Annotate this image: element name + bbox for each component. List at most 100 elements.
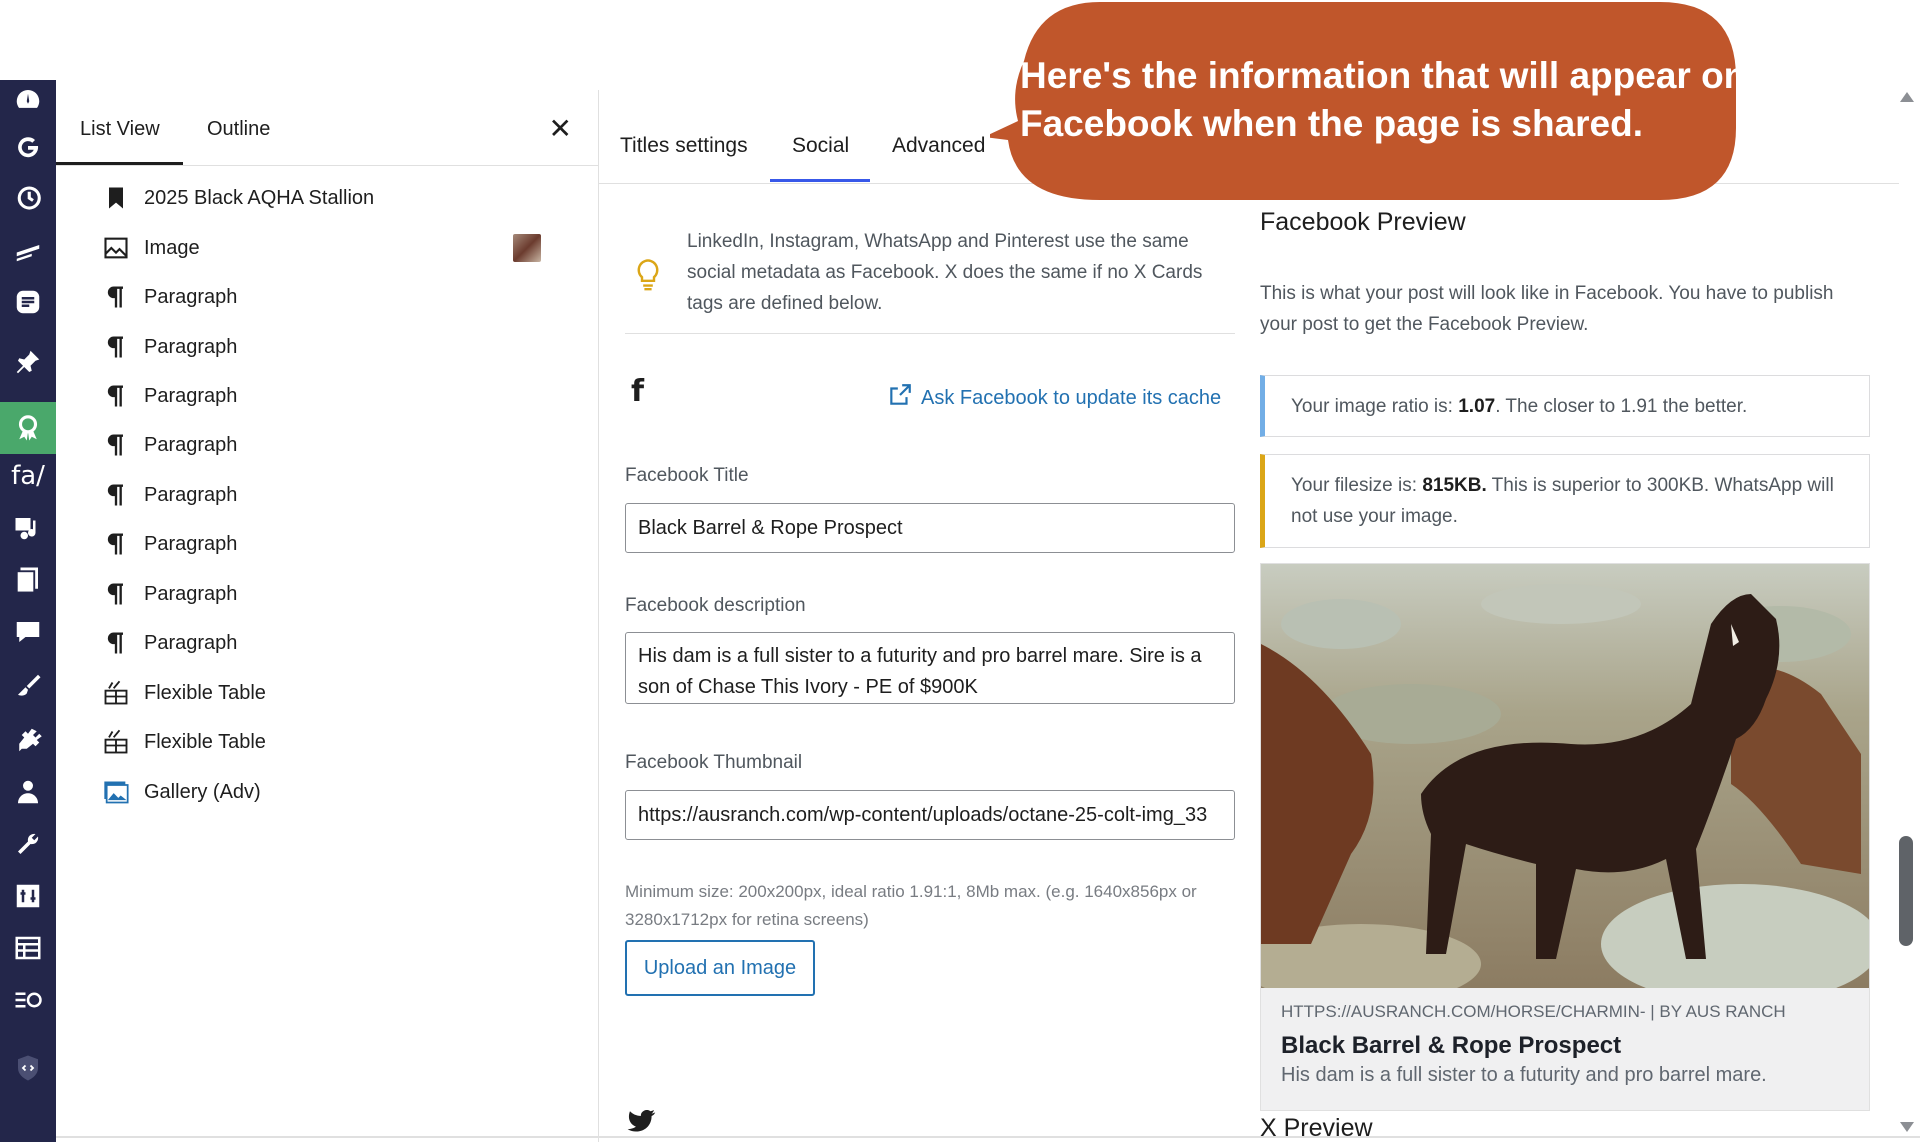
brush-stroke-icon[interactable] xyxy=(8,230,48,270)
bookmark-icon xyxy=(100,182,132,214)
menu-circle-icon[interactable] xyxy=(8,980,48,1020)
list-item[interactable]: Paragraph xyxy=(100,524,237,564)
list-item-label: Paragraph xyxy=(144,285,238,308)
preview-card-description: His dam is a full sister to a futurity a… xyxy=(1281,1064,1767,1086)
ratio-suffix: . The closer to 1.91 the better. xyxy=(1495,395,1748,417)
pin-icon[interactable] xyxy=(8,342,48,382)
shield-code-icon[interactable] xyxy=(8,1048,48,1088)
list-item[interactable]: Flexible Table xyxy=(100,722,266,762)
list-item[interactable]: Paragraph xyxy=(100,327,237,367)
comments-icon[interactable] xyxy=(8,612,48,652)
list-item-label: Paragraph xyxy=(144,631,238,654)
list-item-label: Gallery (Adv) xyxy=(144,780,261,803)
plugins-icon[interactable] xyxy=(8,720,48,760)
facebook-title-input[interactable]: Black Barrel & Rope Prospect xyxy=(625,503,1235,553)
x-preview-title: X Preview xyxy=(1260,1114,1373,1142)
upload-image-button[interactable]: Upload an Image xyxy=(625,940,815,996)
users-icon[interactable] xyxy=(8,772,48,812)
list-item[interactable]: Image xyxy=(100,228,200,268)
history-icon[interactable] xyxy=(8,178,48,218)
preview-card-title: Black Barrel & Rope Prospect xyxy=(1281,1032,1622,1059)
settings-sliders-icon[interactable] xyxy=(8,876,48,916)
twitter-icon xyxy=(627,1110,657,1139)
external-link-icon xyxy=(887,382,921,414)
facebook-preview-card: HTTPS://AUSRANCH.COM/HORSE/CHARMIN- | BY… xyxy=(1260,563,1870,1111)
list-item[interactable]: Paragraph xyxy=(100,376,237,416)
facebook-thumbnail-label: Facebook Thumbnail xyxy=(625,752,803,773)
list-item-label: Paragraph xyxy=(144,532,238,555)
paragraph-icon xyxy=(100,380,132,412)
pages-icon[interactable] xyxy=(8,560,48,600)
list-item-label: Paragraph xyxy=(144,483,238,506)
facebook-title-label: Facebook Title xyxy=(625,465,749,486)
size-prefix: Your filesize is: xyxy=(1291,475,1423,496)
tab-titles-settings[interactable]: Titles settings xyxy=(620,134,748,158)
close-icon[interactable]: ✕ xyxy=(549,112,572,145)
list-item[interactable]: Paragraph xyxy=(100,623,237,663)
tab-outline[interactable]: Outline xyxy=(207,118,270,141)
font-awesome-icon[interactable]: fa/ xyxy=(8,456,48,496)
list-item[interactable]: Gallery (Adv) xyxy=(100,772,261,812)
table-grid-icon[interactable] xyxy=(8,928,48,968)
google-icon[interactable] xyxy=(8,126,48,166)
facebook-preview-description: This is what your post will look like in… xyxy=(1260,283,1834,335)
list-item[interactable]: Paragraph xyxy=(100,574,237,614)
tab-social[interactable]: Social xyxy=(792,134,849,158)
dashboard-icon[interactable] xyxy=(8,80,48,120)
appearance-icon[interactable] xyxy=(8,666,48,706)
list-panel-tabs: List View Outline ✕ xyxy=(56,90,598,166)
paragraph-icon xyxy=(100,429,132,461)
cache-link-label: Ask Facebook to update its cache xyxy=(921,386,1222,409)
award-icon[interactable] xyxy=(0,402,56,454)
active-tab-indicator xyxy=(770,179,870,182)
scroll-down-arrow-icon[interactable] xyxy=(1900,1122,1914,1132)
preview-card-url: HTTPS://AUSRANCH.COM/HORSE/CHARMIN- | BY… xyxy=(1281,1002,1786,1021)
list-item[interactable]: 2025 Black AQHA Stallion xyxy=(100,178,374,218)
ratio-value: 1.07 xyxy=(1458,395,1496,417)
list-item-label: Paragraph xyxy=(144,335,238,358)
bottom-divider xyxy=(56,1136,1920,1138)
lightbulb-icon xyxy=(633,258,663,299)
paragraph-icon xyxy=(100,578,132,610)
preview-card-meta: HTTPS://AUSRANCH.COM/HORSE/CHARMIN- | BY… xyxy=(1281,1002,1851,1087)
paragraph-icon xyxy=(100,281,132,313)
table-icon xyxy=(100,726,132,758)
list-item[interactable]: Paragraph xyxy=(100,425,237,465)
list-item-label: Image xyxy=(144,236,200,259)
list-item[interactable]: Paragraph xyxy=(100,277,237,317)
callout-text: Here's the information that will appear … xyxy=(1020,55,1747,144)
gallery-icon xyxy=(100,776,132,808)
image-icon xyxy=(100,232,132,264)
tab-list-view[interactable]: List View xyxy=(80,118,160,141)
paragraph-icon xyxy=(100,331,132,363)
ask-facebook-cache-link[interactable]: Ask Facebook to update its cache xyxy=(887,382,1221,414)
list-item[interactable]: Flexible Table xyxy=(100,673,266,713)
posts-icon[interactable] xyxy=(8,282,48,322)
thumbnail-help-text: Minimum size: 200x200px, ideal ratio 1.9… xyxy=(625,882,1197,929)
tip-box: LinkedIn, Instagram, WhatsApp and Pinter… xyxy=(625,226,1235,334)
tip-text: LinkedIn, Instagram, WhatsApp and Pinter… xyxy=(687,231,1203,314)
paragraph-icon xyxy=(100,528,132,560)
tab-advanced[interactable]: Advanced xyxy=(892,134,985,158)
list-item-label: Flexible Table xyxy=(144,681,266,704)
image-thumbnail xyxy=(513,234,541,262)
list-item[interactable]: Paragraph xyxy=(100,475,237,515)
scrollbar[interactable] xyxy=(1896,92,1916,1132)
facebook-description-label: Facebook description xyxy=(625,595,806,616)
admin-sidebar: fa/ xyxy=(0,80,56,1142)
table-icon xyxy=(100,677,132,709)
tools-icon[interactable] xyxy=(8,824,48,864)
list-item-label: 2025 Black AQHA Stallion xyxy=(144,186,375,209)
active-tab-indicator xyxy=(56,162,183,165)
media-icon[interactable] xyxy=(8,508,48,548)
facebook-icon: f xyxy=(631,374,645,409)
scrollbar-thumb[interactable] xyxy=(1899,836,1913,946)
facebook-thumbnail-input[interactable]: https://ausranch.com/wp-content/uploads/… xyxy=(625,790,1235,840)
filesize-notice: Your filesize is: 815KB. This is superio… xyxy=(1260,454,1870,548)
list-item-label: Flexible Table xyxy=(144,730,266,753)
facebook-description-textarea[interactable]: His dam is a full sister to a futurity a… xyxy=(625,632,1235,704)
paragraph-icon xyxy=(100,479,132,511)
scroll-up-arrow-icon[interactable] xyxy=(1900,92,1914,102)
image-ratio-notice: Your image ratio is: 1.07. The closer to… xyxy=(1260,375,1870,437)
ratio-prefix: Your image ratio is: xyxy=(1291,395,1459,417)
